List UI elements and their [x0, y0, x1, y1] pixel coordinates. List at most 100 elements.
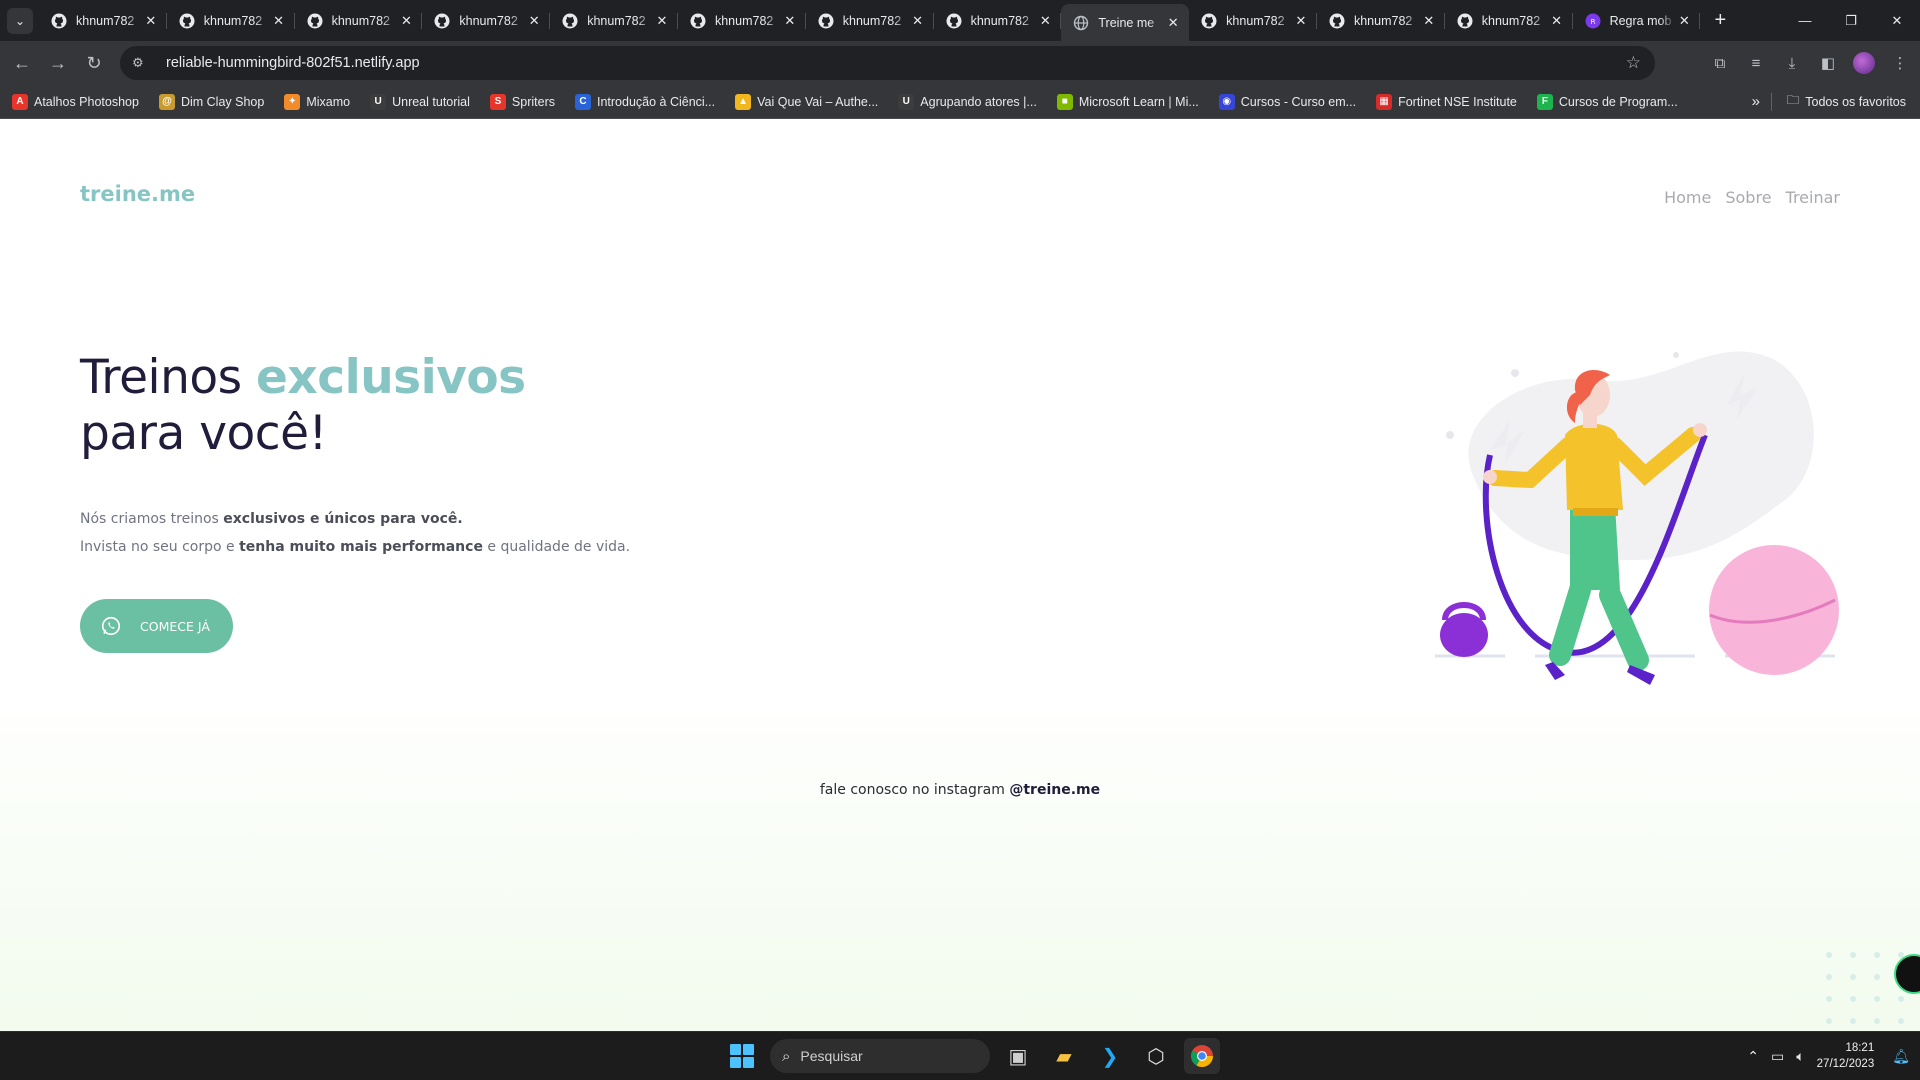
github-icon — [1457, 13, 1473, 29]
browser-tab[interactable]: khnum782 ✕ — [806, 4, 934, 37]
tab-close-icon[interactable]: ✕ — [526, 13, 542, 29]
start-now-button[interactable]: COMECE JÁ — [80, 599, 233, 653]
restore-button[interactable]: ❐ — [1828, 0, 1874, 41]
side-panel-icon[interactable]: ◧ — [1814, 49, 1842, 77]
network-icon[interactable]: ▭ — [1771, 1048, 1784, 1065]
tab-close-icon[interactable]: ✕ — [1549, 13, 1565, 29]
whatsapp-icon — [101, 616, 121, 636]
bookmark-favicon-icon: ◉ — [1218, 93, 1235, 110]
tab-close-icon[interactable]: ✕ — [1421, 13, 1437, 29]
browser-tab[interactable]: khnum782 ✕ — [550, 4, 678, 37]
browser-tab[interactable]: khnum782 ✕ — [422, 4, 550, 37]
github-icon — [818, 13, 834, 29]
tab-close-icon[interactable]: ✕ — [782, 13, 798, 29]
github-icon — [690, 13, 706, 29]
vscode-icon[interactable]: ❯ — [1092, 1038, 1128, 1074]
reload-button[interactable]: ↻ — [76, 45, 112, 81]
tab-title: khnum782 — [587, 13, 646, 28]
url-text[interactable]: reliable-hummingbird-802f51.netlify.app — [166, 55, 420, 71]
start-now-label: COMECE JÁ — [140, 618, 210, 634]
bookmark-star-icon[interactable]: ☆ — [1626, 53, 1641, 73]
hero-description: Nós criamos treinos exclusivos e únicos … — [80, 505, 630, 561]
github-icon — [1329, 13, 1345, 29]
site-info-icon[interactable]: ⚙ — [132, 55, 156, 71]
chrome-icon[interactable] — [1184, 1038, 1220, 1074]
new-tab-button[interactable]: + — [1706, 7, 1734, 35]
task-view-icon[interactable]: ▣ — [1000, 1038, 1036, 1074]
minimize-button[interactable]: — — [1782, 0, 1828, 41]
tab-search-button[interactable]: ⌄ — [7, 7, 33, 34]
github-icon — [179, 13, 195, 29]
tab-close-icon[interactable]: ✕ — [398, 13, 414, 29]
unity-icon[interactable]: ⬡ — [1138, 1038, 1174, 1074]
search-icon: ⌕ — [782, 1047, 791, 1065]
tab-close-icon[interactable]: ✕ — [1037, 13, 1053, 29]
extensions-icon[interactable]: ⧉ — [1706, 49, 1734, 77]
tab-close-icon[interactable]: ✕ — [1293, 13, 1309, 29]
browser-tab[interactable]: khnum782 ✕ — [295, 4, 423, 37]
tab-close-icon[interactable]: ✕ — [1165, 15, 1181, 31]
taskbar-search-placeholder: Pesquisar — [800, 1048, 863, 1064]
instagram-handle-link[interactable]: @treine.me — [1009, 782, 1100, 798]
browser-tab[interactable]: khnum782 ✕ — [39, 4, 167, 37]
nav-home[interactable]: Home — [1664, 188, 1711, 207]
tray-chevron-icon[interactable]: ⌃ — [1747, 1048, 1759, 1065]
notification-bell-icon[interactable]: 🔔︎ — [1892, 1048, 1910, 1065]
browser-tab[interactable]: khnum782 ✕ — [934, 4, 1062, 37]
bookmark-item[interactable]: S Spriters — [489, 93, 555, 110]
bookmark-item[interactable]: @ Dim Clay Shop — [158, 93, 264, 110]
download-icon[interactable]: ⤓ — [1778, 49, 1806, 77]
close-window-button[interactable]: ✕ — [1874, 0, 1920, 41]
bookmark-item[interactable]: C Introdução à Ciênci... — [575, 93, 715, 110]
tab-close-icon[interactable]: ✕ — [1676, 13, 1692, 29]
app-icon: R — [1585, 13, 1601, 29]
bookmark-item[interactable]: U Agrupando atores |... — [898, 93, 1037, 110]
site-logo[interactable]: treine.me — [80, 182, 195, 206]
address-bar[interactable]: ⚙ reliable-hummingbird-802f51.netlify.ap… — [120, 46, 1655, 80]
tab-title: khnum782 — [1226, 13, 1285, 28]
tab-close-icon[interactable]: ✕ — [654, 13, 670, 29]
start-button[interactable] — [724, 1038, 760, 1074]
github-icon — [434, 13, 450, 29]
bookmark-item[interactable]: ■ Microsoft Learn | Mi... — [1056, 93, 1199, 110]
windows-taskbar: ⌕ Pesquisar ▣ ▰ ❯ ⬡ ⌃ ▭ 🔈︎ 18:21 27/12/2… — [0, 1031, 1920, 1080]
tab-close-icon[interactable]: ✕ — [271, 13, 287, 29]
browser-tab[interactable]: R Regra mob ✕ — [1573, 4, 1701, 37]
clock[interactable]: 18:21 27/12/2023 — [1817, 1040, 1875, 1072]
decorative-dots — [1826, 952, 1904, 1024]
profile-avatar[interactable] — [1850, 49, 1878, 77]
nav-treinar[interactable]: Treinar — [1786, 188, 1840, 207]
browser-tab[interactable]: Treine me ✕ — [1061, 4, 1190, 41]
bookmark-item[interactable]: ✦ Mixamo — [284, 93, 350, 110]
more-bookmarks-icon[interactable]: » — [1752, 93, 1760, 110]
file-explorer-icon[interactable]: ▰ — [1046, 1038, 1082, 1074]
volume-icon[interactable]: 🔈︎ — [1796, 1048, 1804, 1065]
all-bookmarks-folder[interactable]: 🗀 Todos os favoritos — [1787, 91, 1906, 112]
back-button[interactable]: ← — [4, 45, 40, 81]
tab-title: khnum782 — [331, 13, 390, 28]
bookmark-label: Cursos de Program... — [1558, 94, 1678, 109]
taskbar-search[interactable]: ⌕ Pesquisar — [770, 1039, 990, 1073]
bookmark-item[interactable]: ▦ Fortinet NSE Institute — [1376, 93, 1517, 110]
browser-tab[interactable]: khnum782 ✕ — [167, 4, 295, 37]
bookmark-item[interactable]: A Atalhos Photoshop — [12, 93, 139, 110]
hero-p2-text: Invista no seu corpo e — [80, 539, 240, 555]
tab-close-icon[interactable]: ✕ — [910, 13, 926, 29]
bookmark-label: Microsoft Learn | Mi... — [1078, 94, 1199, 109]
globe-icon — [1073, 15, 1089, 31]
nav-sobre[interactable]: Sobre — [1725, 188, 1771, 207]
menu-icon[interactable]: ⋮ — [1886, 49, 1914, 77]
bookmark-favicon-icon: F — [1536, 93, 1553, 110]
forward-button[interactable]: → — [40, 45, 76, 81]
browser-tab[interactable]: khnum782 ✕ — [1189, 4, 1317, 37]
tab-close-icon[interactable]: ✕ — [143, 13, 159, 29]
hero-p1-bold: exclusivos e únicos para você. — [223, 511, 463, 527]
bookmark-item[interactable]: ▲ Vai Que Vai – Authe... — [735, 93, 878, 110]
media-icon[interactable]: ≡ — [1742, 49, 1770, 77]
bookmark-item[interactable]: ◉ Cursos - Curso em... — [1218, 93, 1356, 110]
bookmark-item[interactable]: U Unreal tutorial — [370, 93, 470, 110]
browser-tab[interactable]: khnum782 ✕ — [1317, 4, 1445, 37]
browser-tab[interactable]: khnum782 ✕ — [678, 4, 806, 37]
bookmark-item[interactable]: F Cursos de Program... — [1536, 93, 1678, 110]
browser-tab[interactable]: khnum782 ✕ — [1445, 4, 1573, 37]
